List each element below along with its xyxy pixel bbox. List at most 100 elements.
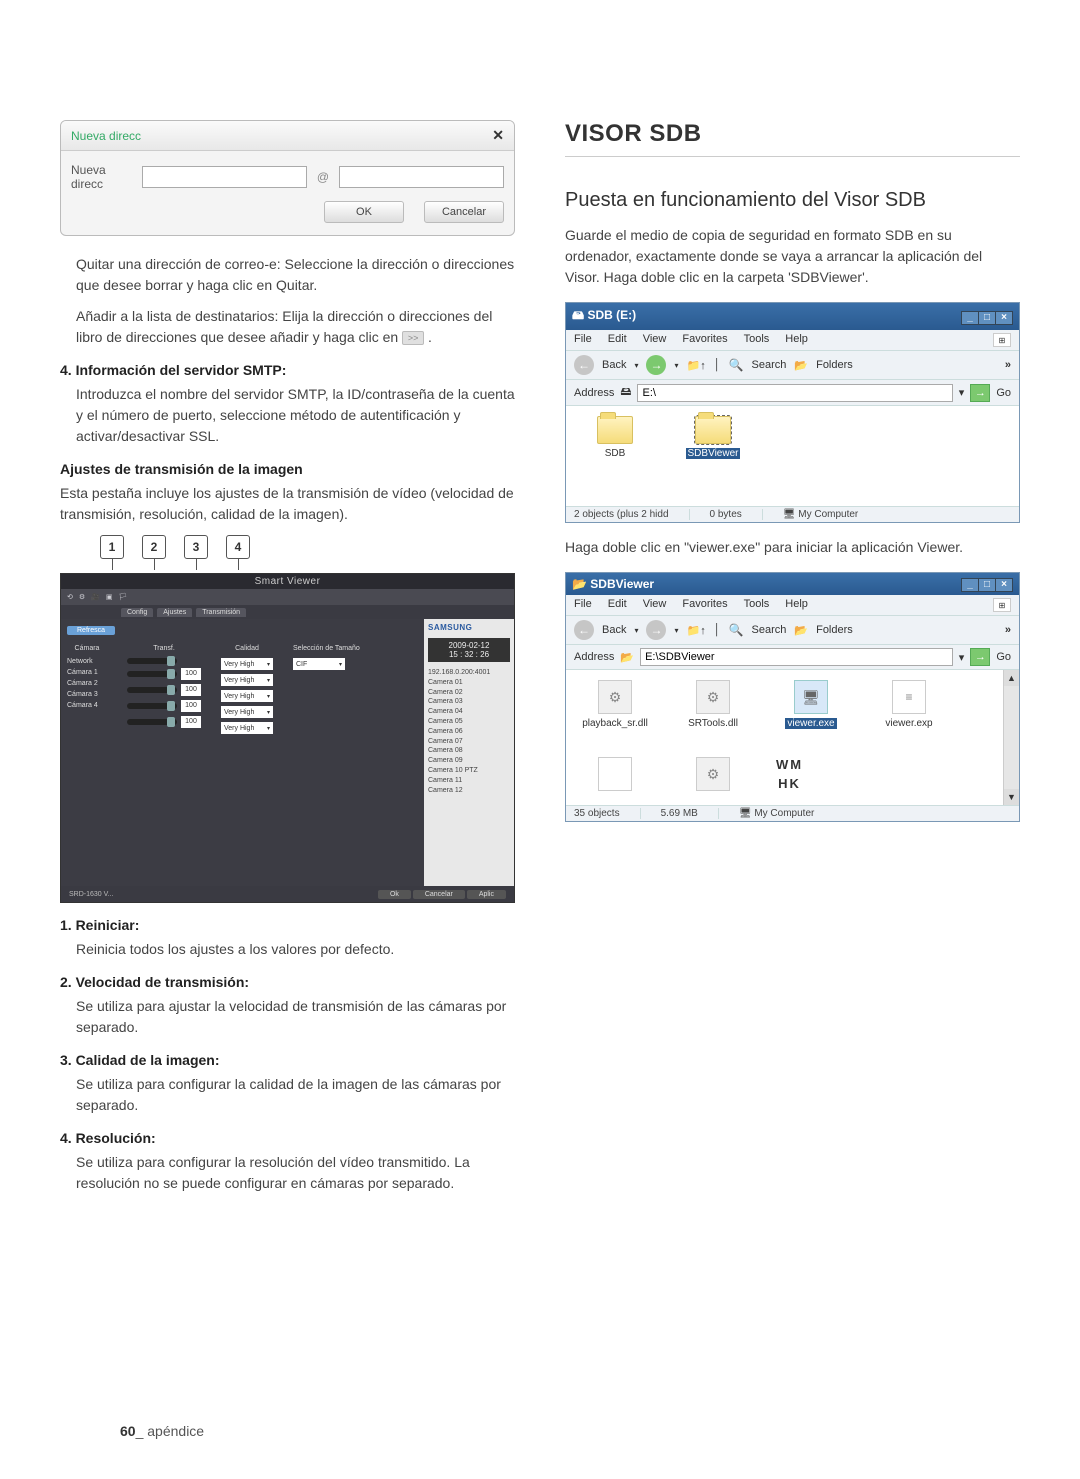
go-button[interactable]: →	[970, 384, 990, 402]
item-1-heading: 1. Reiniciar:	[60, 917, 515, 933]
explorer-toolbar[interactable]: ← Back▾ →▾ 📁↑ │ 🔍Search 📂Folders »	[566, 616, 1019, 645]
append-icon[interactable]: >>	[402, 331, 424, 345]
folders-icon: 📂	[794, 359, 808, 372]
item-4-body: Se utiliza para configurar la resolución…	[76, 1152, 515, 1194]
wmhk-label: WM HK	[776, 757, 803, 791]
sv-cancel-button[interactable]: Cancelar	[413, 890, 465, 899]
brand-logo: SAMSUNG	[428, 623, 510, 632]
address-label: Address	[574, 387, 614, 399]
para-remove-email: Quitar una dirección de correo-e: Selecc…	[76, 254, 515, 296]
address-local-input[interactable]	[142, 166, 307, 188]
dll-icon	[598, 680, 632, 714]
file-viewer-exp[interactable]: viewer.exp	[874, 680, 944, 729]
rate-slider[interactable]	[127, 687, 177, 693]
subsection-title: Puesta en funcionamiento del Visor SDB	[565, 187, 1020, 213]
file-srtools-dll[interactable]: SRTools.dll	[678, 680, 748, 729]
callout-4: 4	[226, 535, 250, 559]
smart-viewer-window: Smart Viewer ⟲⚙🎥▣🏳 Config Ajustes Transm…	[60, 573, 515, 903]
scrollbar[interactable]: ▲ ▼	[1003, 670, 1019, 805]
dll-icon	[696, 757, 730, 791]
callout-row: 1 2 3 4	[100, 535, 515, 559]
windows-logo-icon: ⊞	[993, 598, 1011, 612]
file-item[interactable]	[580, 757, 650, 795]
explorer-content[interactable]: playback_sr.dll SRTools.dll viewer.exe v…	[566, 670, 1003, 805]
dialog-titlebar: Nueva direcc ✕	[61, 121, 514, 151]
file-playback-dll[interactable]: playback_sr.dll	[580, 680, 650, 729]
drive-icon: 🖴	[620, 383, 631, 402]
item-3-heading: 3. Calidad de la imagen:	[60, 1052, 515, 1068]
quality-select[interactable]: Very High▾	[221, 722, 273, 734]
section-title: VISOR SDB	[565, 120, 1020, 157]
item-2-body: Se utiliza para ajustar la velocidad de …	[76, 996, 515, 1038]
dialog-title-text: Nueva direcc	[71, 129, 141, 143]
heading-smtp-info: 4. Información del servidor SMTP:	[60, 362, 515, 378]
folder-sdb[interactable]: SDB	[580, 416, 650, 459]
smart-viewer-title: Smart Viewer	[61, 574, 514, 589]
folder-icon	[695, 416, 731, 444]
explorer-content[interactable]: SDB SDBViewer	[566, 406, 1019, 506]
up-icon: 📁↑	[687, 359, 706, 372]
item-3-body: Se utiliza para configurar la calidad de…	[76, 1074, 515, 1116]
up-icon: 📁↑	[687, 624, 706, 637]
ok-button[interactable]: OK	[324, 201, 404, 223]
file-item[interactable]	[678, 757, 748, 795]
forward-icon: →	[646, 355, 666, 375]
folders-icon: 📂	[794, 624, 808, 637]
exe-icon	[794, 680, 828, 714]
item-1-body: Reinicia todos los ajustes a los valores…	[76, 939, 515, 960]
refresh-button[interactable]: Refresca	[67, 626, 115, 635]
file-icon	[598, 757, 632, 791]
status-bar: 2 objects (plus 2 hidd 0 bytes 🖥 My Comp…	[566, 506, 1019, 522]
resolution-select[interactable]: CIF▾	[293, 658, 345, 670]
page-footer: 60_ apéndice	[120, 1423, 204, 1439]
quality-select[interactable]: Very High▾	[221, 658, 273, 670]
go-button[interactable]: →	[970, 648, 990, 666]
para-sdb-intro: Guarde el medio de copia de seguridad en…	[565, 225, 1020, 288]
back-icon: ←	[574, 620, 594, 640]
new-address-dialog: Nueva direcc ✕ Nueva direcc @ OK Cancela…	[60, 120, 515, 236]
rate-slider[interactable]	[127, 658, 177, 664]
heading-transmission-settings: Ajustes de transmisión de la imagen	[60, 461, 515, 477]
quality-select[interactable]: Very High▾	[221, 674, 273, 686]
para-run-viewer: Haga doble clic en "viewer.exe" para ini…	[565, 537, 1020, 558]
para-smtp-info: Introduzca el nombre del servidor SMTP, …	[76, 384, 515, 447]
address-domain-input[interactable]	[339, 166, 504, 188]
rate-slider[interactable]	[127, 719, 177, 725]
close-icon[interactable]: ✕	[492, 127, 504, 144]
windows-logo-icon: ⊞	[993, 333, 1011, 347]
explorer-menu[interactable]: File Edit View Favorites Tools Help ⊞	[566, 330, 1019, 351]
window-controls[interactable]: _□×	[962, 309, 1013, 325]
smart-viewer-toolbar: ⟲⚙🎥▣🏳	[61, 589, 514, 605]
explorer-title: 🖴 SDB (E:)	[572, 306, 636, 327]
dll-icon	[696, 680, 730, 714]
search-icon: 🔍	[729, 623, 744, 637]
quality-select[interactable]: Very High▾	[221, 706, 273, 718]
cancel-button[interactable]: Cancelar	[424, 201, 504, 223]
window-controls[interactable]: _□×	[962, 576, 1013, 592]
callout-2: 2	[142, 535, 166, 559]
address-input[interactable]	[637, 384, 952, 402]
folder-icon	[597, 416, 633, 444]
forward-icon: →	[646, 620, 666, 640]
sv-ok-button[interactable]: Ok	[378, 890, 411, 899]
folder-icon: 📂	[620, 651, 634, 664]
address-input[interactable]	[640, 648, 953, 666]
rate-slider[interactable]	[127, 671, 177, 677]
sv-apply-button[interactable]: Aplic	[467, 890, 506, 899]
folder-sdbviewer[interactable]: SDBViewer	[678, 416, 748, 459]
para-transmission-settings: Esta pestaña incluye los ajustes de la t…	[60, 483, 515, 525]
exp-icon	[892, 680, 926, 714]
rate-slider[interactable]	[127, 703, 177, 709]
new-address-label: Nueva direcc	[71, 163, 132, 191]
para-add-recipients: Añadir a la lista de destinatarios: Elij…	[76, 306, 515, 348]
callout-3: 3	[184, 535, 208, 559]
search-icon: 🔍	[729, 358, 744, 372]
camera-tree[interactable]: 192.168.0.200:4001 Camera 01 Camera 02 C…	[428, 668, 510, 795]
file-viewer-exe[interactable]: viewer.exe	[776, 680, 846, 729]
quality-select[interactable]: Very High▾	[221, 690, 273, 702]
smart-viewer-footer: SRD-1630 V... Ok Cancelar Aplic	[61, 886, 514, 902]
address-label: Address	[574, 651, 614, 663]
explorer-menu[interactable]: File Edit View Favorites Tools Help ⊞	[566, 595, 1019, 616]
explorer-toolbar[interactable]: ← Back▾ →▾ 📁↑ │ 🔍Search 📂Folders »	[566, 351, 1019, 380]
item-4-heading: 4. Resolución:	[60, 1130, 515, 1146]
